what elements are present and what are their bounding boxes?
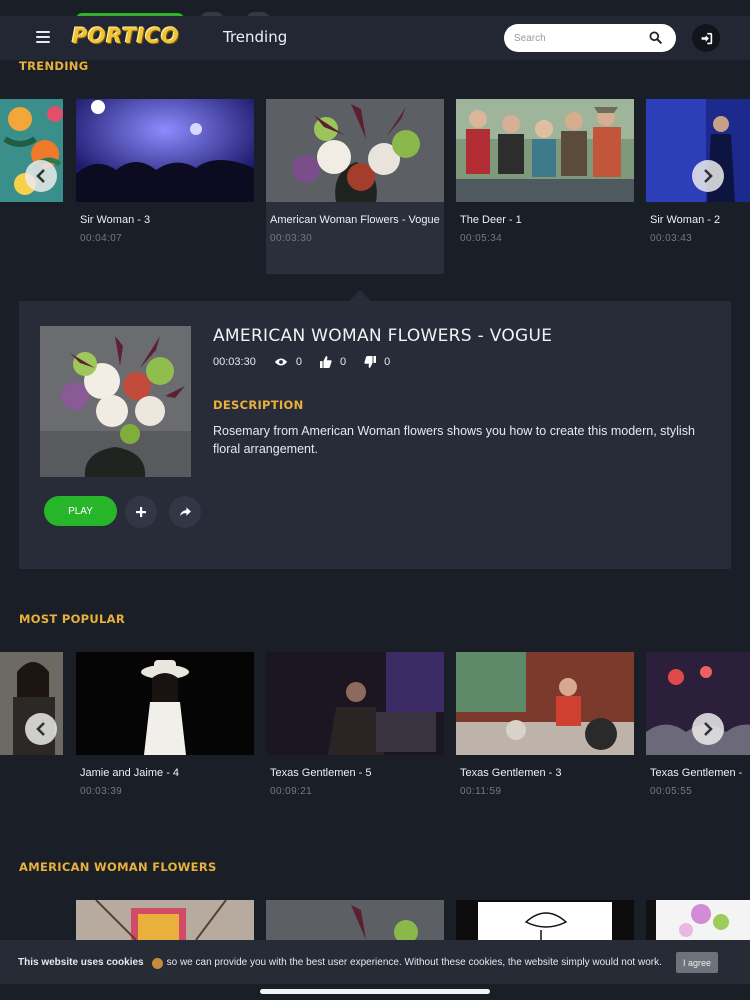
cookie-icon	[151, 957, 163, 969]
video-detail-panel: AMERICAN WOMAN FLOWERS - VOGUE 00:03:30 …	[19, 301, 731, 569]
eye-icon	[274, 358, 287, 366]
hamburger-menu-icon[interactable]	[36, 31, 50, 43]
page-title: Trending	[223, 28, 288, 46]
card-duration: 00:05:55	[650, 786, 693, 797]
add-to-list-button[interactable]	[125, 496, 157, 528]
thumbnail	[266, 652, 444, 755]
chevron-right-icon	[704, 169, 713, 183]
like-count: 0	[339, 356, 347, 368]
carousel-prev-button[interactable]	[25, 713, 57, 745]
card-title: Jamie and Jaime - 4	[80, 767, 180, 779]
trending-card-selected[interactable]: American Woman Flowers - Vogue 00:03:30	[266, 99, 444, 274]
thumbnail	[456, 900, 634, 940]
thumbs-up-icon[interactable]	[319, 356, 332, 368]
detail-thumbnail	[40, 326, 191, 477]
trending-card[interactable]: Sir Woman - 3 00:04:07	[76, 99, 254, 244]
cookie-agree-button[interactable]: I agree	[676, 952, 718, 973]
description-text: Rosemary from American Woman flowers sho…	[213, 424, 695, 456]
home-indicator	[260, 989, 490, 994]
detail-title: AMERICAN WOMAN FLOWERS - VOGUE	[213, 326, 553, 346]
card-duration: 00:05:34	[460, 233, 503, 244]
share-icon	[179, 507, 191, 517]
card-duration: 00:11:59	[460, 786, 502, 797]
header: PORTICO Trending	[0, 16, 750, 60]
thumbnail	[456, 652, 634, 755]
card-duration: 00:04:07	[80, 233, 123, 244]
card-duration: 00:03:30	[270, 233, 313, 244]
thumbnail	[456, 99, 634, 202]
trending-carousel: Sir Woman - 3 00:04:07 American Woman Fl…	[0, 99, 750, 274]
login-button[interactable]	[692, 24, 720, 52]
card-title: Texas Gentlemen - 5	[270, 767, 372, 779]
description-heading: DESCRIPTION	[213, 398, 304, 412]
section-title-american-woman-flowers: AMERICAN WOMAN FLOWERS	[19, 860, 217, 874]
flowers-card[interactable]	[76, 900, 254, 940]
dislike-count: 0	[384, 356, 391, 368]
thumbnail	[266, 900, 444, 940]
card-title: Texas Gentlemen -	[650, 767, 743, 779]
trending-card[interactable]: The Deer - 1 00:05:34	[456, 99, 634, 244]
flowers-card[interactable]	[456, 900, 634, 940]
flowers-carousel	[0, 900, 750, 940]
plus-icon	[136, 507, 146, 517]
popular-card[interactable]: Texas Gentlemen - 3 00:11:59	[456, 652, 634, 797]
search-input[interactable]	[514, 32, 638, 44]
section-title-trending: TRENDING	[19, 59, 89, 73]
thumbnail	[76, 99, 254, 202]
search-box[interactable]	[504, 24, 676, 52]
detail-meta: 00:03:30 0 0 0	[213, 356, 390, 368]
flowers-card[interactable]	[266, 900, 444, 940]
thumbnail	[76, 900, 254, 940]
thumbnail	[266, 99, 444, 202]
card-duration: 00:09:21	[270, 786, 313, 797]
play-button[interactable]: PLAY	[44, 496, 117, 526]
view-count: 0	[295, 356, 302, 368]
card-title: The Deer - 1	[460, 214, 522, 226]
sign-in-icon	[701, 32, 712, 44]
popular-card[interactable]: Jamie and Jaime - 4 00:03:39	[76, 652, 254, 797]
thumbnail	[646, 900, 750, 940]
cookie-banner: This website uses cookies so we can prov…	[0, 940, 750, 984]
popular-card[interactable]: Texas Gentlemen - 5 00:09:21	[266, 652, 444, 797]
detail-duration: 00:03:30	[213, 356, 256, 368]
thumbnail	[76, 652, 254, 755]
section-title-most-popular: MOST POPULAR	[19, 612, 126, 626]
chevron-left-icon	[36, 722, 45, 736]
thumbs-down-icon[interactable]	[364, 356, 377, 368]
cookie-text: so we can provide you with the best user…	[166, 956, 662, 968]
most-popular-carousel: Jamie and Jaime - 4 00:03:39 Texas Gentl…	[0, 652, 750, 827]
carousel-next-button[interactable]	[692, 160, 724, 192]
card-title: American Woman Flowers - Vogue	[270, 214, 440, 226]
chevron-right-icon	[704, 722, 713, 736]
detail-caret	[349, 290, 371, 301]
flowers-card[interactable]	[646, 900, 750, 940]
card-duration: 00:03:39	[80, 786, 123, 797]
chevron-left-icon	[36, 169, 45, 183]
card-title: Texas Gentlemen - 3	[460, 767, 562, 779]
card-title: Sir Woman - 2	[650, 214, 721, 226]
cookie-heading: This website uses cookies	[18, 956, 144, 968]
carousel-next-button[interactable]	[692, 713, 724, 745]
logo[interactable]: PORTICO	[72, 24, 179, 48]
carousel-prev-button[interactable]	[25, 160, 57, 192]
share-button[interactable]	[169, 496, 201, 528]
search-icon[interactable]	[649, 31, 662, 44]
card-title: Sir Woman - 3	[80, 214, 151, 226]
card-duration: 00:03:43	[650, 233, 693, 244]
